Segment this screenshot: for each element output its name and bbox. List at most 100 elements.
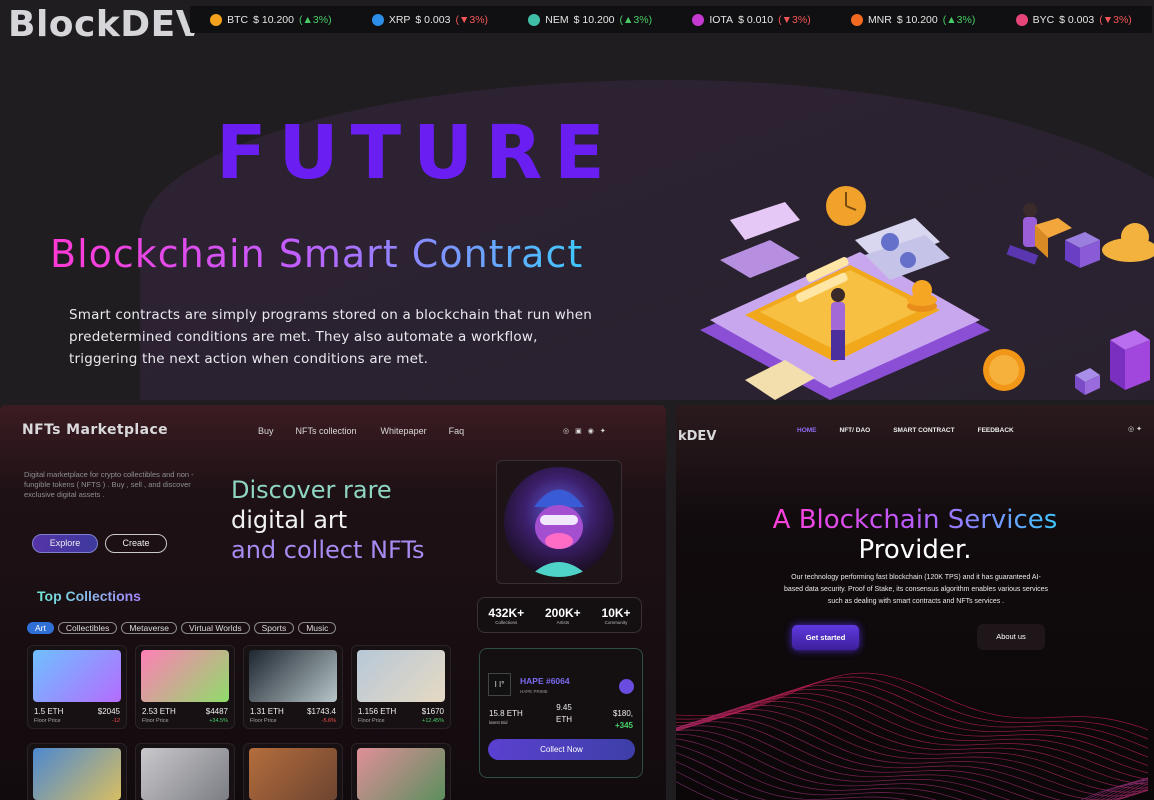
ticker-item-nem[interactable]: NEM $ 10.200 (▲3%): [528, 13, 652, 26]
hape-bid-card: I I° HAPE #6064 HAPE PRIME 15.8 ETH late…: [479, 648, 643, 778]
nav-faq[interactable]: Faq: [449, 426, 465, 436]
services-title-line-2: Provider.: [858, 535, 972, 565]
ethereum-icon: [619, 679, 634, 694]
nav-feedback[interactable]: FEEDBACK: [978, 427, 1014, 434]
ticker-arrow: ▲: [623, 13, 634, 26]
card-usd: $2045: [97, 707, 120, 716]
coin-icon: [692, 13, 705, 26]
services-nav: HOME NFT/ DAO SMART CONTRACT FEEDBACK: [797, 427, 1037, 434]
explore-button[interactable]: Explore: [32, 534, 98, 553]
card-change: -12: [112, 718, 120, 724]
ticker-arrow: ▲: [946, 13, 957, 26]
collection-card[interactable]: 1.4 ETH$1780Floor Price: [243, 743, 343, 800]
services-brand[interactable]: kDEV: [678, 429, 716, 444]
collection-card[interactable]: 1.5 ETH$1987Floor Price: [27, 743, 127, 800]
ticker-change: (▼3%): [1099, 13, 1132, 26]
hape-price: 15.8 ETH: [489, 709, 523, 718]
nft-social-links: ◎ ▣ ◉ ✦: [563, 427, 606, 435]
featured-nft-image: [504, 467, 614, 577]
nav-buy[interactable]: Buy: [258, 426, 274, 436]
nft-brand[interactable]: NFTs Marketplace: [22, 422, 168, 438]
hero-description: Smart contracts are simply programs stor…: [69, 307, 592, 367]
card-label: Floor Price: [358, 718, 385, 724]
price-ticker: BTC $ 10.200 (▲3%) XRP $ 0.003 (▼3%) NEM $ 10.2…: [190, 6, 1152, 33]
github-icon[interactable]: ◎: [1128, 426, 1134, 433]
reddit-icon[interactable]: ◉: [588, 427, 594, 435]
ticker-symbol: BYC: [1032, 13, 1055, 26]
ticker-change: (▲3%): [942, 13, 976, 26]
chip-collectibles[interactable]: Collectibles: [57, 622, 118, 634]
nft-marketplace-panel: NFTs Marketplace Buy NFTs collection Whi…: [0, 405, 666, 800]
nav-home[interactable]: HOME: [797, 427, 817, 434]
chip-metaverse[interactable]: Metaverse: [121, 622, 178, 634]
services-title-line-1: A Blockchain Services: [676, 505, 1154, 535]
twitter-icon[interactable]: ✦: [600, 427, 606, 435]
collection-card[interactable]: 2.53 ETH $4487 Floor Price +34.5%: [135, 645, 235, 729]
chip-sports[interactable]: Sports: [253, 622, 295, 634]
nft-thumbnail: [357, 650, 445, 702]
services-panel: kDEV HOME NFT/ DAO SMART CONTRACT FEEDBA…: [676, 405, 1154, 800]
wave-mesh-decoration: [676, 672, 1149, 800]
ticker-price: $ 0.003: [415, 13, 451, 26]
ticker-symbol: MNR: [867, 13, 892, 26]
nav-nfts-collection[interactable]: NFTs collection: [296, 426, 357, 436]
ticker-symbol: XRP: [388, 13, 411, 26]
ticker-price: $ 0.010: [738, 13, 774, 26]
ticker-item-iota[interactable]: IOTA $ 0.010 (▼3%): [692, 13, 811, 26]
smart-contract-illustration-icon: [700, 186, 1154, 400]
ticker-item-btc[interactable]: BTC $ 10.200 (▲3%): [210, 13, 332, 26]
nft-nav: Buy NFTs collection Whitepaper Faq: [258, 426, 486, 436]
ticker-item-mnr[interactable]: MNR $ 10.200 (▲3%): [850, 13, 976, 26]
ape-avatar-icon: [529, 489, 589, 577]
github-icon[interactable]: ◎: [563, 427, 569, 435]
card-change: +12.45%: [422, 718, 444, 724]
coin-icon: [850, 13, 863, 26]
chip-virtual-worlds[interactable]: Virtual Worlds: [181, 622, 250, 634]
ticker-arrow: ▼: [458, 13, 470, 26]
hape-mid-price: 9.45 ETH: [556, 703, 572, 724]
ticker-item-xrp[interactable]: XRP $ 0.003 (▼3%): [371, 13, 488, 26]
collect-now-button[interactable]: Collect Now: [488, 739, 635, 760]
collection-card[interactable]: 0.045$245.6Floor Price: [135, 743, 235, 800]
card-eth: 1.156 ETH: [358, 707, 397, 716]
discord-icon[interactable]: ▣: [575, 427, 582, 435]
card-label: Floor Price: [250, 718, 277, 724]
ticker-price: $ 0.003: [1059, 13, 1095, 26]
card-change: +34.5%: [209, 718, 228, 724]
chip-art[interactable]: Art: [27, 622, 54, 634]
chip-music[interactable]: Music: [298, 622, 337, 634]
create-button[interactable]: Create: [105, 534, 167, 553]
hape-price-label: latest Bid: [489, 720, 508, 725]
card-usd: $1670: [421, 707, 444, 716]
nav-nft-dao[interactable]: NFT/ DAO: [840, 427, 871, 434]
nft-thumbnail: [141, 650, 229, 702]
hero-subtitle: Blockchain Smart Contract: [50, 232, 584, 276]
brand-logo[interactable]: BlockDEV: [8, 4, 204, 45]
discover-line-1: Discover rare: [231, 476, 392, 504]
discover-line-2: digital art: [231, 506, 348, 534]
ticker-symbol: IOTA: [709, 13, 734, 26]
hape-name[interactable]: HAPE #6064: [520, 676, 570, 686]
coin-icon: [1015, 13, 1028, 26]
card-label: Floor Price: [142, 718, 169, 724]
featured-nft-frame[interactable]: [496, 460, 622, 584]
ticker-arrow: ▼: [781, 13, 793, 26]
ticker-arrow: ▼: [1102, 13, 1114, 26]
nav-smart-contract[interactable]: SMART CONTRACT: [893, 427, 954, 434]
card-usd: $1743.4: [307, 707, 336, 716]
collection-card[interactable]: 0.28 ETH$545Floor Price: [351, 743, 451, 800]
nft-thumbnail: [357, 748, 445, 800]
nav-whitepaper[interactable]: Whitepaper: [381, 426, 427, 436]
collection-card[interactable]: 1.156 ETH $1670 Floor Price +12.45%: [351, 645, 451, 729]
ticker-item-byc[interactable]: BYC $ 0.003 (▼3%): [1015, 13, 1132, 26]
card-eth: 2.53 ETH: [142, 707, 176, 716]
twitter-icon[interactable]: ✦: [1136, 426, 1142, 433]
services-social-links: ◎ ✦: [1128, 425, 1142, 433]
top-collections-title: Top Collections: [37, 588, 141, 604]
card-eth: 1.5 ETH: [34, 707, 64, 716]
card-label: Floor Price: [34, 718, 61, 724]
hape-usd: $180,: [612, 709, 633, 718]
ticker-price: $ 10.200: [573, 13, 615, 26]
collection-card[interactable]: 1.31 ETH $1743.4 Floor Price -5.6%: [243, 645, 343, 729]
collection-card[interactable]: 1.5 ETH $2045 Floor Price -12: [27, 645, 127, 729]
